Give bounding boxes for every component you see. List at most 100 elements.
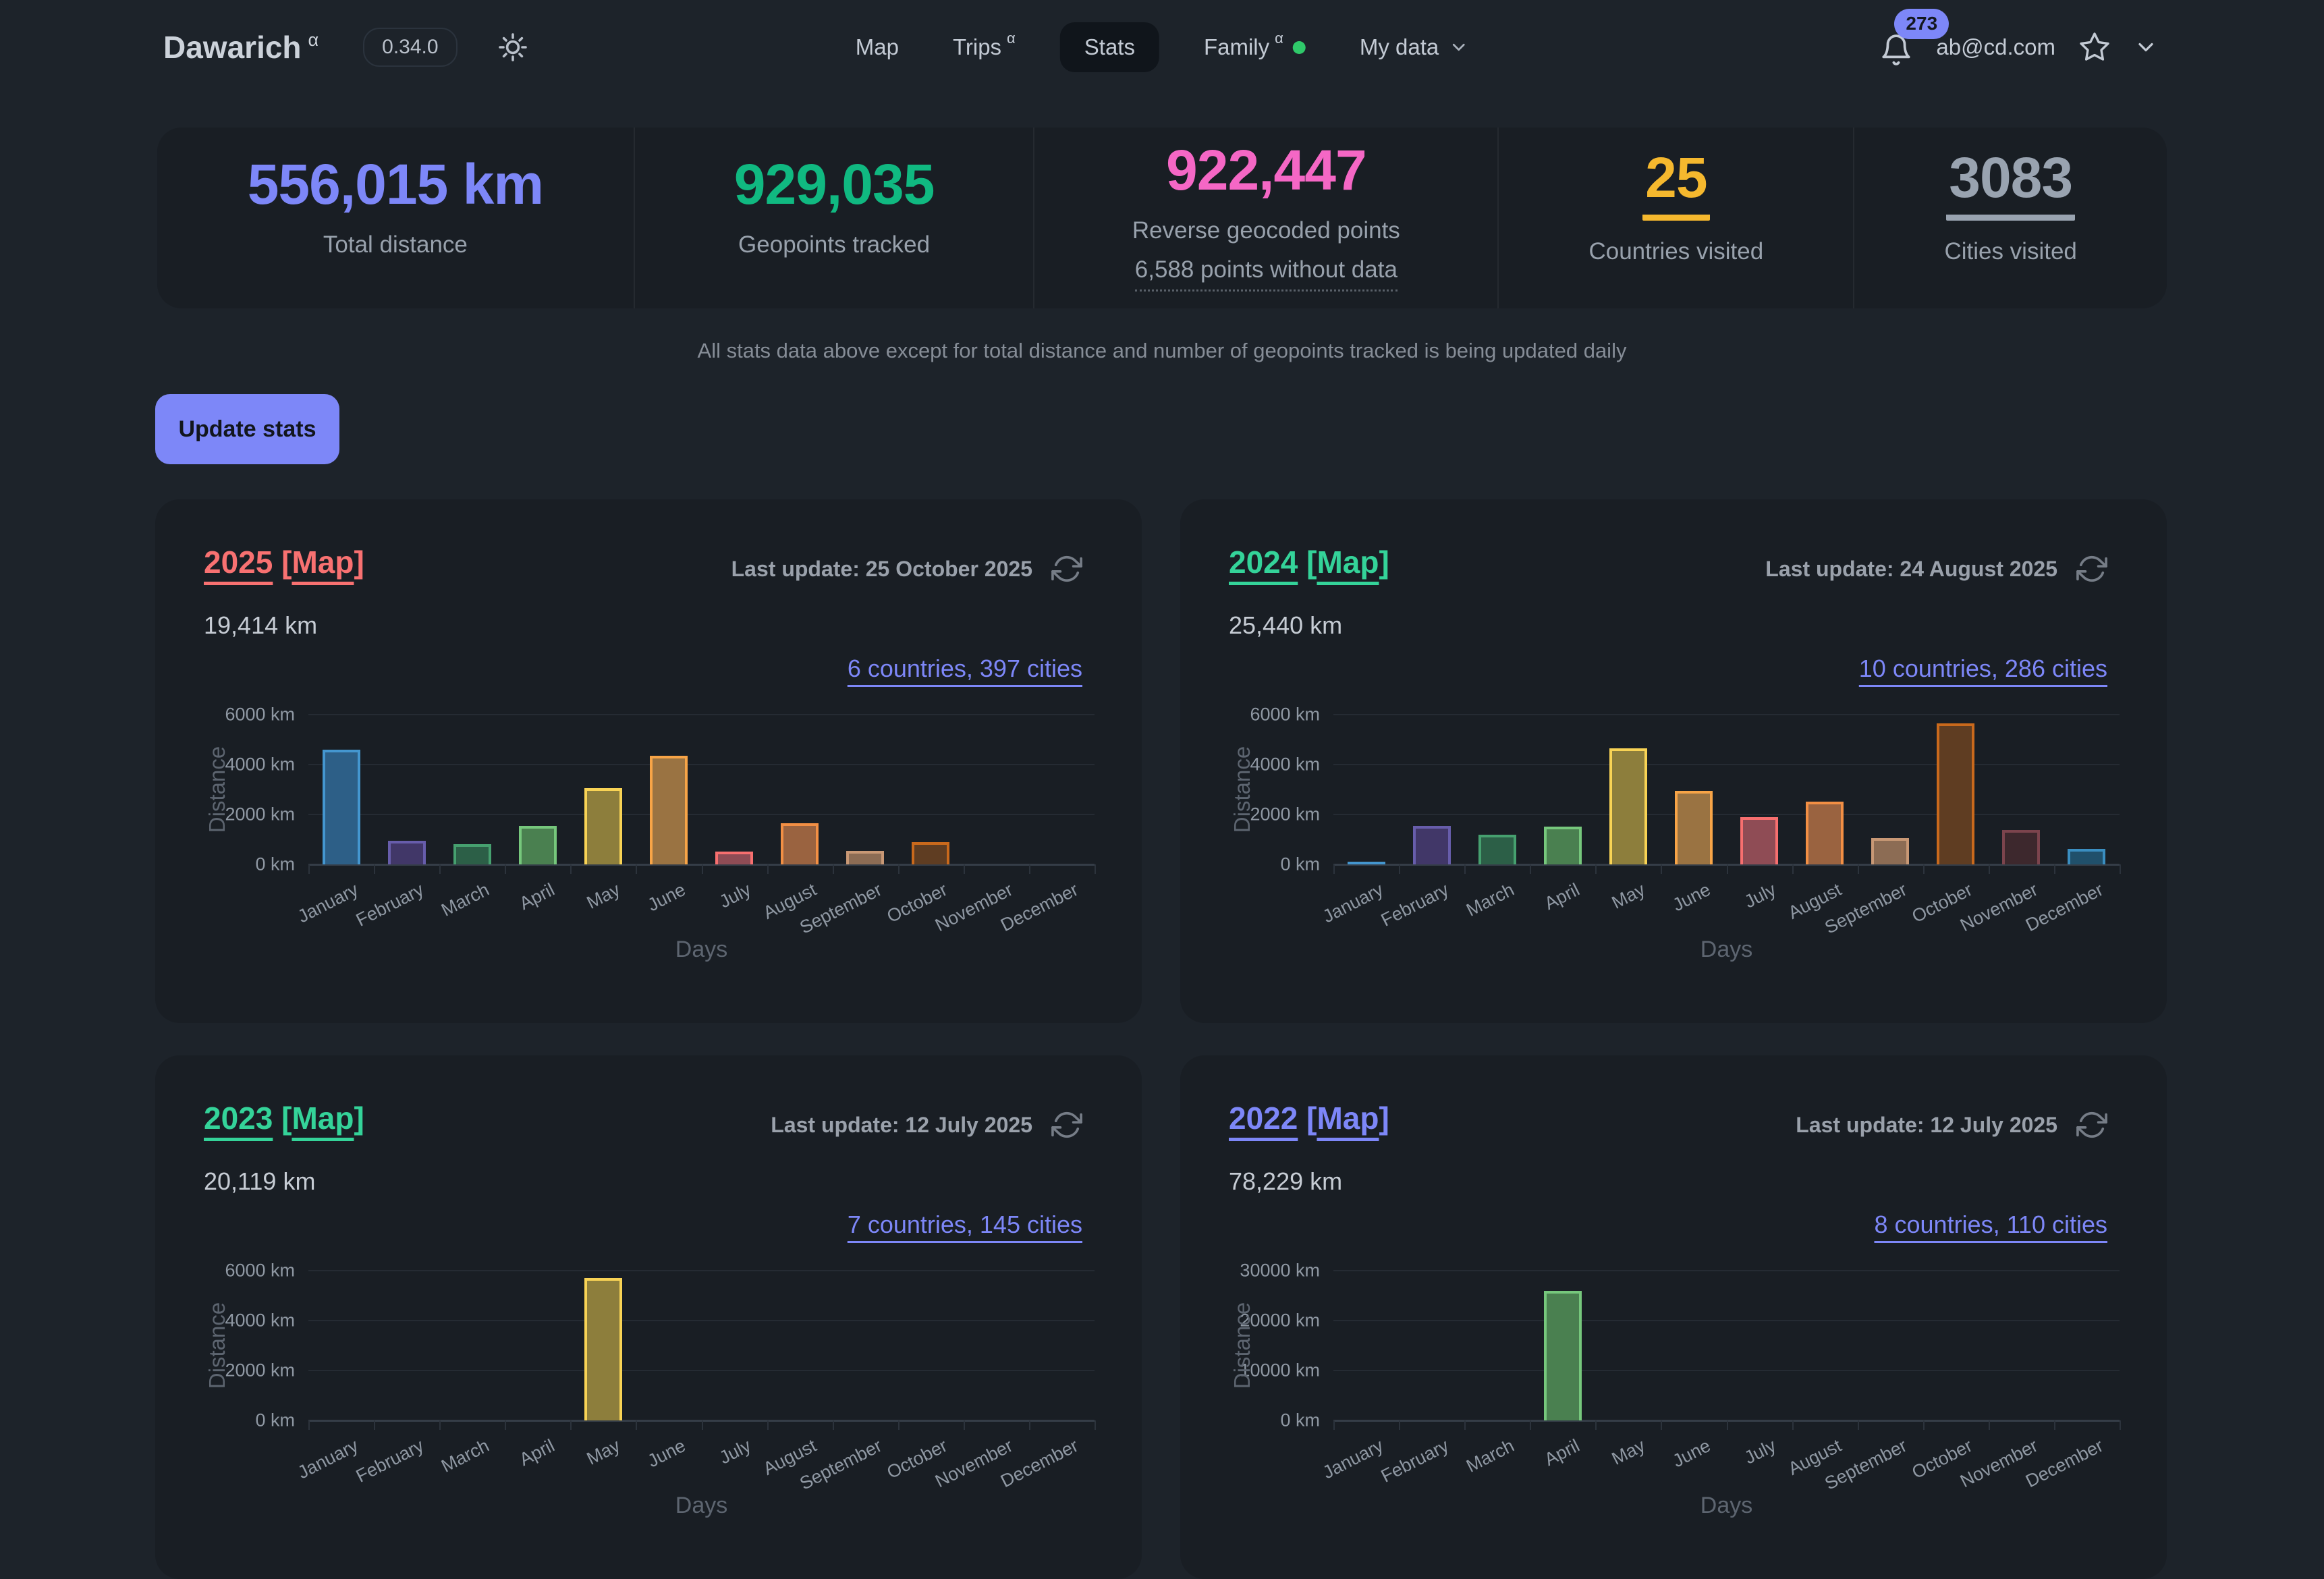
stat-value: 922,447	[1166, 140, 1366, 200]
x-axis-tick	[1399, 1420, 1400, 1430]
x-axis-tick	[767, 1420, 769, 1430]
refresh-icon	[2076, 1109, 2107, 1140]
countries-cities-link[interactable]: 7 countries, 145 cities	[848, 1211, 1082, 1239]
user-menu-button[interactable]	[2134, 35, 2158, 59]
x-axis-tick	[505, 1420, 506, 1430]
distance-bar-chart: 0 km2000 km4000 km6000 km	[308, 715, 1095, 864]
x-axis-tick	[1989, 1420, 1990, 1430]
stat-value[interactable]: 3083	[1946, 148, 2075, 220]
x-axis-tick	[1029, 864, 1030, 874]
x-axis-tick	[2054, 864, 2055, 874]
bar-february	[388, 841, 426, 864]
chevron-down-icon	[2134, 35, 2158, 59]
nav-item-label: Family	[1204, 34, 1269, 60]
map-link[interactable]: Map	[1317, 545, 1379, 580]
bar-november	[2002, 830, 2040, 864]
y-axis-tick-label: 6000 km	[225, 704, 295, 725]
year-card-2023: 2023 [Map]Last update: 12 July 202520,11…	[155, 1055, 1142, 1579]
alpha-superscript: α	[1275, 30, 1283, 47]
x-axis-tick	[964, 1420, 965, 1430]
bar-august	[781, 823, 819, 864]
countries-cities-link[interactable]: 8 countries, 110 cities	[1874, 1211, 2107, 1239]
nav-item-label: Trips	[953, 34, 1001, 60]
refresh-button[interactable]	[2076, 1109, 2107, 1140]
nav-item-my-data[interactable]: My data	[1350, 22, 1478, 72]
year-card-title: 2023 [Map]	[204, 1100, 364, 1136]
y-axis-title: Distance	[204, 1302, 230, 1389]
x-axis-tick	[1595, 1420, 1597, 1430]
gridline	[308, 764, 1095, 765]
nav-item-trips[interactable]: Tripsα	[943, 22, 1025, 72]
user-email[interactable]: ab@cd.com	[1936, 34, 2055, 60]
map-link[interactable]: Map	[1317, 1101, 1379, 1136]
year-link[interactable]: 2022	[1229, 1101, 1298, 1136]
year-card-title: 2025 [Map]	[204, 544, 364, 580]
notifications-count-badge: 273	[1894, 9, 1949, 39]
map-link[interactable]: Map	[292, 1101, 354, 1136]
year-distance: 19,414 km	[204, 611, 317, 640]
countries-cities-link[interactable]: 10 countries, 286 cities	[1859, 655, 2107, 683]
online-status-dot	[1293, 41, 1306, 54]
theme-toggle-button[interactable]	[497, 31, 529, 63]
map-link[interactable]: Map	[292, 545, 354, 580]
gridline	[308, 1320, 1095, 1321]
bar-june	[650, 756, 688, 864]
y-axis-tick-label: 2000 km	[1250, 804, 1320, 825]
nav-item-map[interactable]: Map	[846, 22, 908, 72]
x-axis-tick	[308, 864, 310, 874]
y-axis-tick-label: 6000 km	[225, 1261, 295, 1281]
year-link[interactable]: 2023	[204, 1101, 273, 1136]
year-cards-grid: 2025 [Map]Last update: 25 October 202519…	[155, 499, 2167, 1579]
year-link[interactable]: 2024	[1229, 545, 1298, 580]
countries-cities-link[interactable]: 6 countries, 397 cities	[848, 655, 1082, 683]
stat-value: 556,015 km	[248, 155, 543, 214]
y-axis-tick-label: 4000 km	[225, 1310, 295, 1331]
y-axis-title: Distance	[1229, 1302, 1255, 1389]
gridline	[308, 814, 1095, 815]
gridline	[1333, 714, 2120, 715]
refresh-button[interactable]	[1051, 1109, 1082, 1140]
sun-icon	[497, 31, 529, 63]
year-link[interactable]: 2025	[204, 545, 273, 580]
stat-value[interactable]: 25	[1642, 148, 1709, 220]
update-stats-button[interactable]: Update stats	[155, 394, 339, 464]
favorite-button[interactable]	[2078, 31, 2111, 63]
star-icon	[2078, 31, 2111, 63]
x-axis-tick	[2120, 864, 2121, 874]
x-axis-tick	[1792, 1420, 1794, 1430]
year-card-title: 2024 [Map]	[1229, 544, 1389, 580]
notifications-button[interactable]: 273	[1879, 28, 1913, 67]
map-link-bracket: ]	[1379, 1101, 1389, 1136]
gridline	[308, 1270, 1095, 1271]
x-axis-tick	[439, 1420, 441, 1430]
x-axis-title: Days	[1333, 1493, 2120, 1519]
x-axis-tick	[1464, 864, 1466, 874]
refresh-button[interactable]	[2076, 553, 2107, 584]
summary-stat: 922,447 Reverse geocoded points 6,588 poin…	[1033, 128, 1497, 308]
main-nav: MapTripsαStatsFamilyαMy data	[846, 22, 1478, 72]
x-axis-tick	[374, 1420, 375, 1430]
y-axis-tick-label: 6000 km	[1250, 704, 1320, 725]
stat-label: Countries visited	[1588, 238, 1763, 265]
x-axis-tick	[1727, 1420, 1728, 1430]
x-axis-tick	[702, 864, 703, 874]
stat-label: Reverse geocoded points	[1132, 217, 1400, 244]
y-axis-tick-label: 2000 km	[225, 804, 295, 825]
nav-item-stats[interactable]: Stats	[1060, 22, 1159, 72]
nav-item-family[interactable]: Familyα	[1194, 22, 1315, 72]
map-link-bracket: ]	[354, 1101, 364, 1136]
x-axis-tick	[1989, 864, 1990, 874]
navbar-right: 273 ab@cd.com	[1879, 28, 2158, 67]
alpha-superscript: α	[308, 30, 319, 50]
refresh-button[interactable]	[1051, 553, 1082, 584]
x-axis-tick	[833, 1420, 834, 1430]
nav-item-label: My data	[1360, 34, 1439, 60]
year-card-2024: 2024 [Map]Last update: 24 August 202525,…	[1180, 499, 2167, 1023]
y-axis-tick-label: 30000 km	[1240, 1261, 1320, 1281]
map-link-bracket: [	[1306, 545, 1317, 580]
x-axis-tick	[1923, 1420, 1925, 1430]
gridline	[308, 1370, 1095, 1371]
gridline	[308, 714, 1095, 715]
stat-sublabel[interactable]: 6,588 points without data	[1135, 256, 1398, 292]
stat-label: Total distance	[323, 231, 468, 258]
